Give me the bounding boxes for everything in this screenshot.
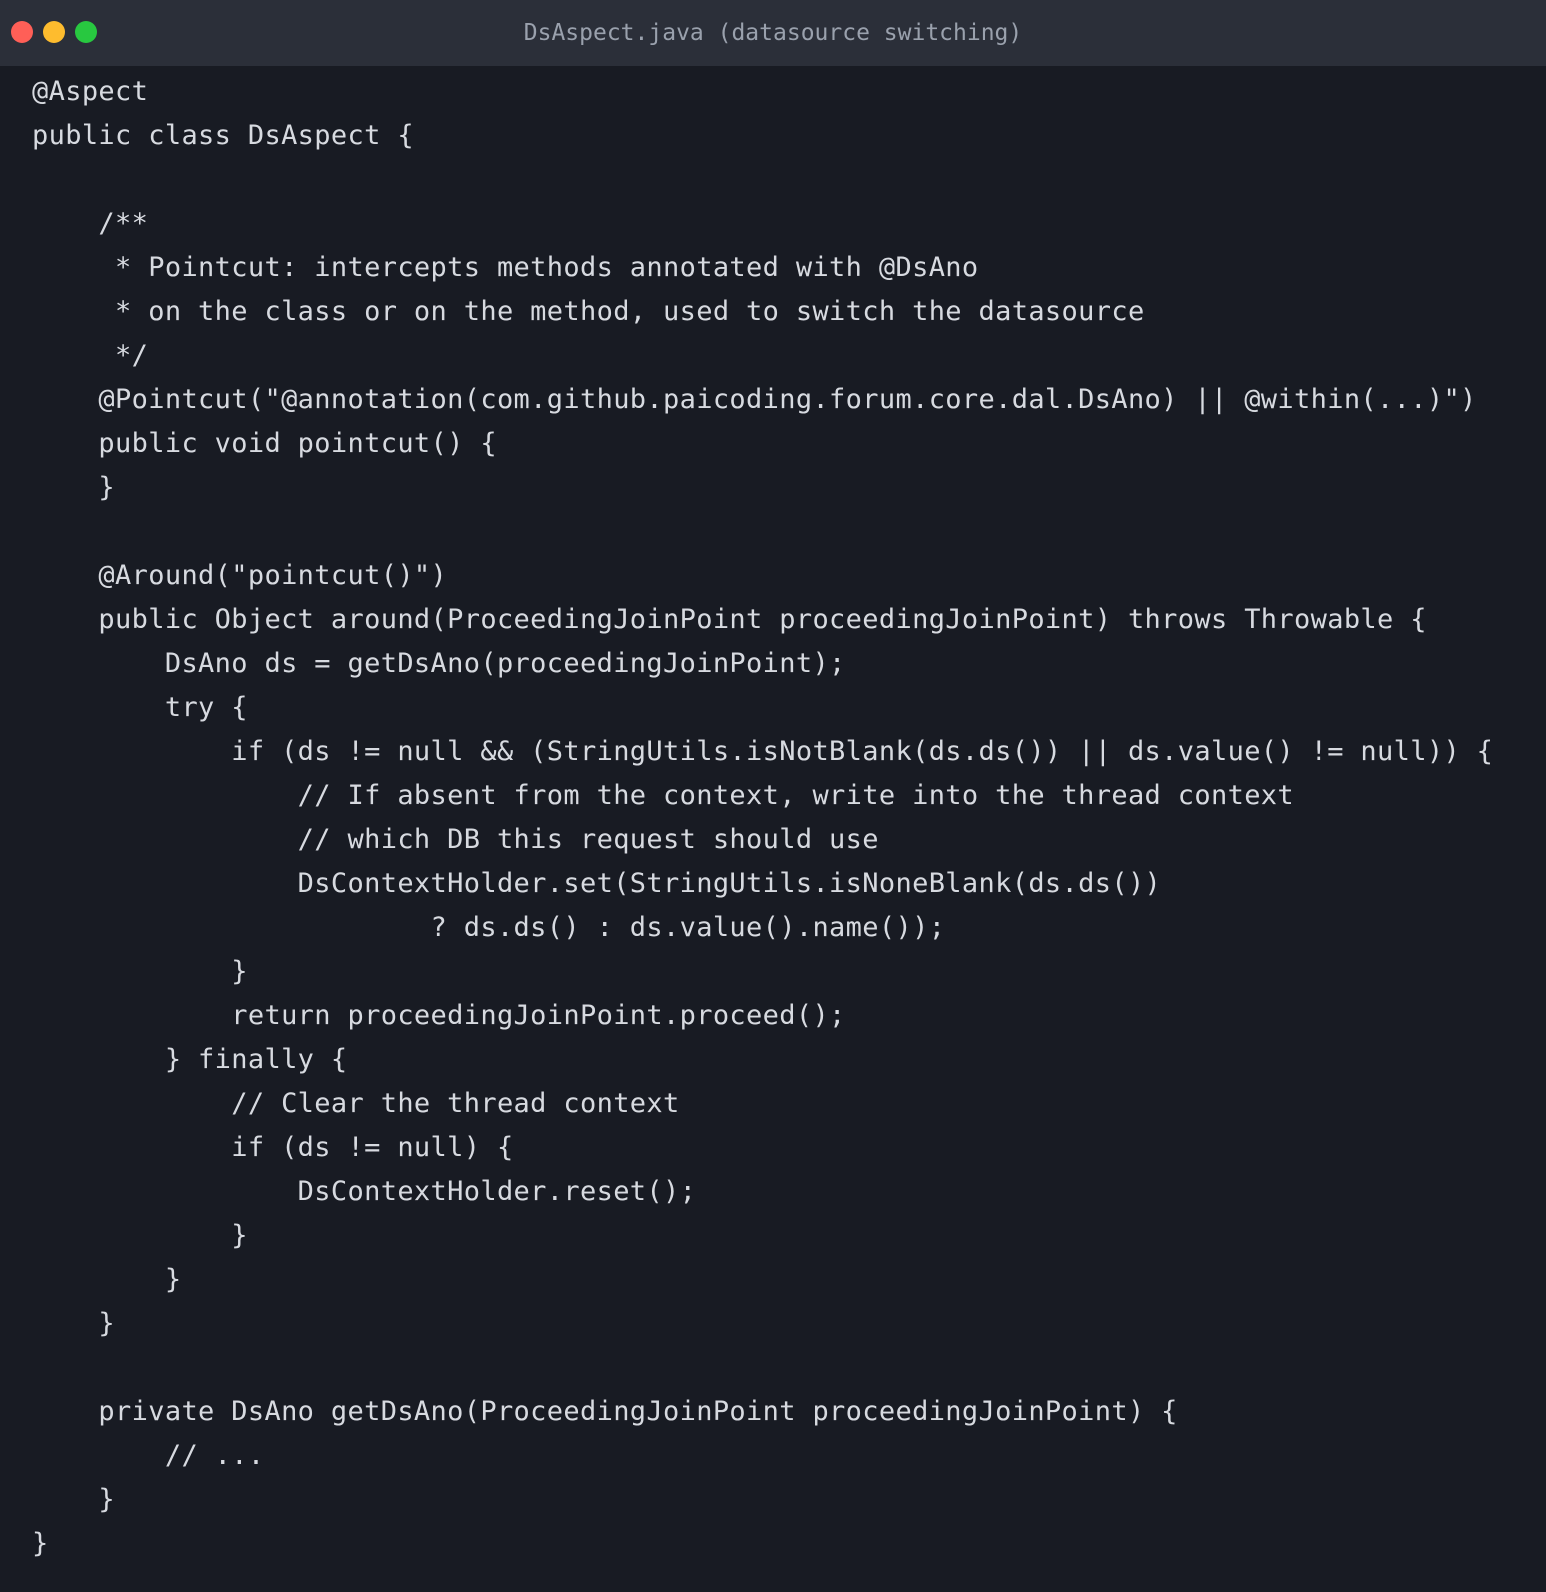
code-line: DsContextHolder.reset(); bbox=[32, 1176, 697, 1207]
code-line: ? ds.ds() : ds.value().name()); bbox=[32, 912, 946, 943]
code-line: try { bbox=[32, 692, 248, 723]
code-line: DsContextHolder.set(StringUtils.isNoneBl… bbox=[32, 868, 1162, 899]
code-line: } bbox=[32, 1484, 116, 1515]
code-line: private DsAno getDsAno(ProceedingJoinPoi… bbox=[32, 1396, 1178, 1427]
code-line: return proceedingJoinPoint.proceed(); bbox=[32, 1000, 846, 1031]
code-line: @Around("pointcut()") bbox=[32, 560, 448, 591]
code-line: // If absent from the context, write int… bbox=[32, 780, 1295, 811]
code-line: } finally { bbox=[32, 1044, 348, 1075]
code-line: } bbox=[32, 1528, 49, 1559]
code-line: if (ds != null) { bbox=[32, 1132, 514, 1163]
code-line: * on the class or on the method, used to… bbox=[32, 296, 1145, 327]
code-window: DsAspect.java (datasource switching) @As… bbox=[0, 0, 1546, 1592]
code-line: DsAno ds = getDsAno(proceedingJoinPoint)… bbox=[32, 648, 846, 679]
code-line: } bbox=[32, 1264, 182, 1295]
code-line: @Aspect bbox=[32, 76, 149, 107]
code-line: // Clear the thread context bbox=[32, 1088, 680, 1119]
code-line: } bbox=[32, 956, 248, 987]
code-line: */ bbox=[32, 340, 149, 371]
code-line: if (ds != null && (StringUtils.isNotBlan… bbox=[32, 736, 1494, 767]
code-line: } bbox=[32, 472, 116, 503]
code-line: // ... bbox=[32, 1440, 265, 1471]
code-line: } bbox=[32, 1220, 248, 1251]
window-title: DsAspect.java (datasource switching) bbox=[523, 20, 1023, 46]
code-editor[interactable]: @Aspect public class DsAspect { /** * Poi… bbox=[32, 70, 1532, 1566]
code-line: public void pointcut() { bbox=[32, 428, 497, 459]
code-line: @Pointcut("@annotation(com.github.paicod… bbox=[32, 384, 1477, 415]
title-bar: DsAspect.java (datasource switching) bbox=[0, 0, 1546, 66]
code-line: * Pointcut: intercepts methods annotated… bbox=[32, 252, 979, 283]
code-line: /** bbox=[32, 208, 149, 239]
code-line: } bbox=[32, 1308, 116, 1339]
code-line: // which DB this request should use bbox=[32, 824, 879, 855]
code-line: public Object around(ProceedingJoinPoint… bbox=[32, 604, 1427, 635]
code-line: public class DsAspect { bbox=[32, 120, 414, 151]
